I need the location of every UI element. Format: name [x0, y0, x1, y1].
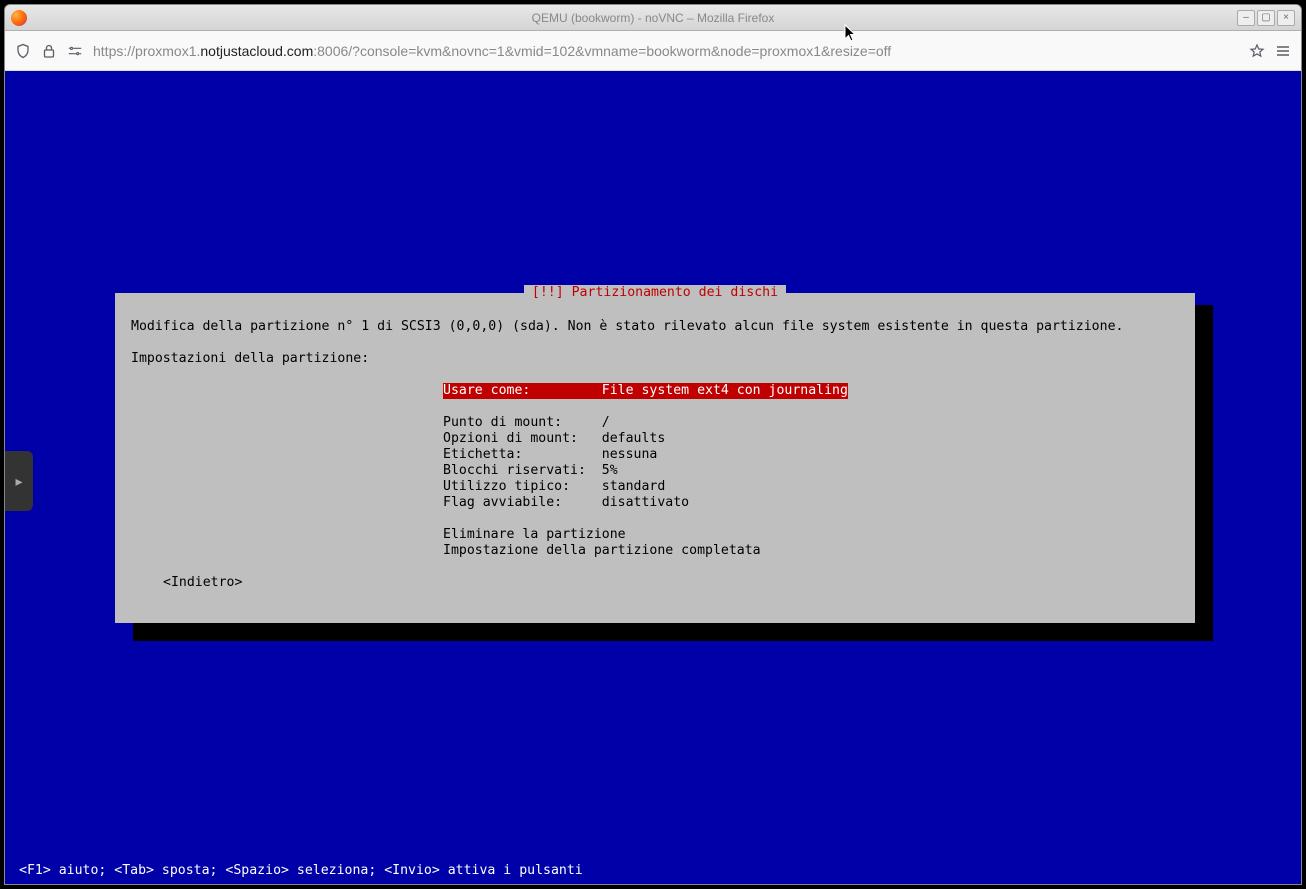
settings-list: Usare come: File system ext4 con journal…: [443, 383, 1179, 559]
row-reserved-blocks[interactable]: Blocchi riservati: 5%: [443, 463, 1179, 479]
window-title: QEMU (bookworm) - noVNC – Mozilla Firefo…: [5, 11, 1301, 25]
permissions-icon[interactable]: [67, 43, 83, 59]
dialog-description: Modifica della partizione n° 1 di SCSI3 …: [131, 319, 1179, 335]
row-mount-options[interactable]: Opzioni di mount: defaults: [443, 431, 1179, 447]
bookmark-star-icon[interactable]: [1249, 43, 1265, 59]
help-line: <F1> aiuto; <Tab> sposta; <Spazio> selez…: [19, 863, 583, 878]
address-bar: https://proxmox1.notjustacloud.com:8006/…: [5, 31, 1301, 71]
lock-icon[interactable]: [41, 43, 57, 59]
browser-window: QEMU (bookworm) - noVNC – Mozilla Firefo…: [4, 4, 1302, 885]
firefox-icon: [11, 10, 27, 26]
row-typical-usage[interactable]: Utilizzo tipico: standard: [443, 479, 1179, 495]
row-mount-point[interactable]: Punto di mount: /: [443, 415, 1179, 431]
partition-dialog: [!!] Partizionamento dei dischi Modifica…: [115, 293, 1195, 623]
url-host-pre: proxmox1.: [135, 43, 200, 59]
dialog-body: Modifica della partizione n° 1 di SCSI3 …: [131, 319, 1179, 591]
url-host-main: notjustacloud.com: [200, 43, 313, 59]
chevron-right-icon: ▸: [15, 473, 22, 490]
row-use-as[interactable]: Usare come: File system ext4 con journal…: [443, 383, 1179, 399]
row-done-setting[interactable]: Impostazione della partizione completata: [443, 543, 1179, 559]
row-delete-partition[interactable]: Eliminare la partizione: [443, 527, 1179, 543]
row-label[interactable]: Etichetta: nessuna: [443, 447, 1179, 463]
hamburger-menu-icon[interactable]: [1275, 43, 1291, 59]
url-rest: :8006/?console=kvm&novnc=1&vmid=102&vmna…: [313, 43, 891, 59]
row-use-as-selected: Usare come: File system ext4 con journal…: [443, 383, 848, 399]
row-bootable-flag[interactable]: Flag avviabile: disattivato: [443, 495, 1179, 511]
back-button[interactable]: <Indietro>: [163, 575, 1179, 591]
dialog-title-row: [!!] Partizionamento dei dischi: [115, 285, 1195, 301]
close-button[interactable]: ×: [1277, 10, 1295, 26]
novnc-sidebar-toggle[interactable]: ▸: [5, 451, 33, 511]
url-field[interactable]: https://proxmox1.notjustacloud.com:8006/…: [93, 43, 1239, 59]
titlebar-left: [11, 10, 27, 26]
shield-icon[interactable]: [15, 43, 31, 59]
dialog-title: [!!] Partizionamento dei dischi: [524, 285, 786, 301]
minimize-button[interactable]: –: [1237, 10, 1255, 26]
window-titlebar: QEMU (bookworm) - noVNC – Mozilla Firefo…: [5, 5, 1301, 31]
maximize-button[interactable]: ▢: [1257, 10, 1275, 26]
window-controls: – ▢ ×: [1237, 10, 1295, 26]
settings-header: Impostazioni della partizione:: [131, 351, 1179, 367]
url-protocol: https://: [93, 43, 135, 59]
vnc-console[interactable]: ▸ [!!] Partizionamento dei dischi Modifi…: [5, 71, 1301, 884]
